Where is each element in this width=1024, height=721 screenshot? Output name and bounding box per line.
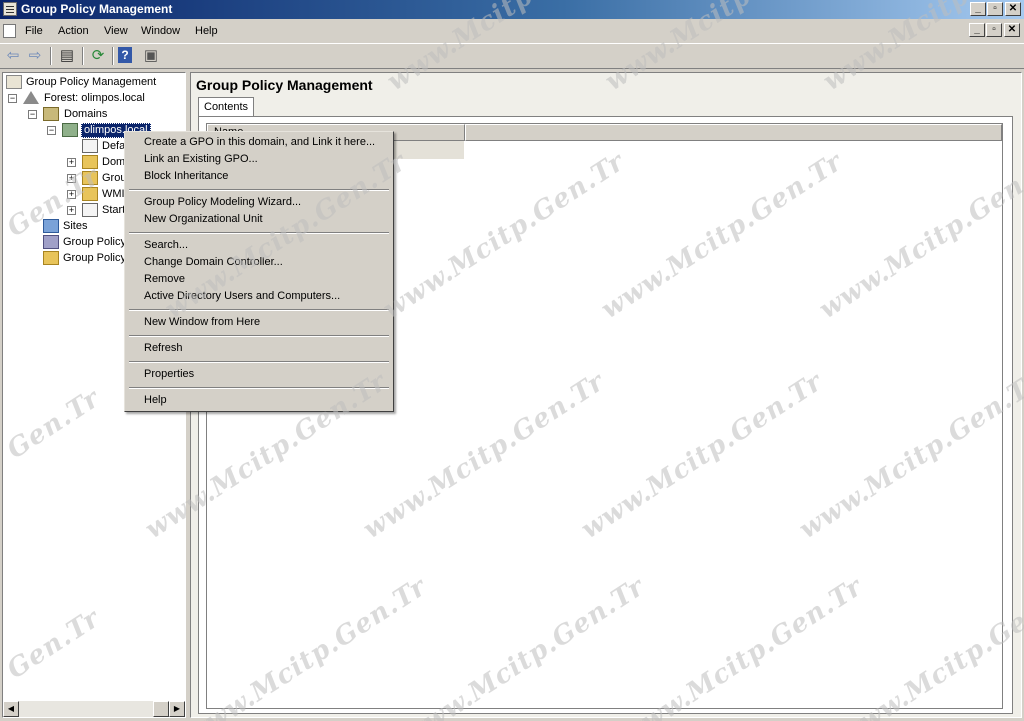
mdi-minimize-button[interactable]: _	[969, 23, 985, 37]
restore-button[interactable]: ▫	[987, 2, 1003, 16]
back-arrow-icon[interactable]: ⇦	[3, 47, 23, 65]
menu-aduc[interactable]: Active Directory Users and Computers...	[127, 288, 391, 305]
wmi-folder-icon	[82, 187, 98, 201]
gpo-link-icon	[82, 139, 98, 153]
tree-item-label: Sites	[63, 220, 88, 232]
expand-toggle-icon[interactable]: +	[67, 174, 76, 183]
modeling-icon	[43, 235, 59, 249]
title-bar: Group Policy Management _ ▫ ✕	[0, 0, 1024, 19]
expand-toggle-icon[interactable]: +	[67, 158, 76, 167]
tree-item-label: WMI	[102, 188, 125, 200]
tree-item-label: Group Policy	[63, 252, 126, 264]
context-menu: Create a GPO in this domain, and Link it…	[124, 131, 394, 412]
menu-gp-modeling-wizard[interactable]: Group Policy Modeling Wizard...	[127, 194, 391, 211]
menu-separator	[129, 361, 389, 363]
content-title: Group Policy Management	[196, 77, 373, 93]
menu-file[interactable]: File	[25, 25, 43, 37]
toolbar-separator	[112, 47, 114, 65]
expand-toggle-icon[interactable]: +	[67, 206, 76, 215]
mdi-restore-button[interactable]: ▫	[986, 23, 1002, 37]
menu-search[interactable]: Search...	[127, 237, 391, 254]
menu-new-ou[interactable]: New Organizational Unit	[127, 211, 391, 228]
window-title: Group Policy Management	[21, 2, 173, 16]
minimize-button[interactable]: _	[970, 2, 986, 16]
tree-item-label: Start	[102, 204, 126, 216]
menu-block-inheritance[interactable]: Block Inheritance	[127, 168, 391, 185]
sites-icon	[43, 219, 59, 233]
column-header-blank[interactable]	[465, 124, 1002, 141]
scroll-thumb[interactable]	[153, 701, 169, 717]
mdi-close-button[interactable]: ✕	[1004, 23, 1020, 37]
menu-help[interactable]: Help	[195, 25, 218, 37]
domain-icon	[62, 123, 78, 137]
properties-pane-icon[interactable]: ▣	[141, 47, 161, 65]
toolbar: ⇦ ⇨ ▤ ⟳ ? ▣	[0, 43, 1024, 69]
menu-action[interactable]: Action	[58, 25, 89, 37]
refresh-icon[interactable]: ⟳	[88, 47, 108, 65]
menu-separator	[129, 335, 389, 337]
tab-contents[interactable]: Contents	[198, 97, 255, 117]
collapse-toggle-icon[interactable]: −	[8, 94, 17, 103]
collapse-toggle-icon[interactable]: −	[47, 126, 56, 135]
tree-horizontal-scrollbar[interactable]: ◀ ▶	[3, 701, 185, 717]
close-button[interactable]: ✕	[1005, 2, 1021, 16]
help-icon[interactable]: ?	[118, 47, 132, 63]
tree-item-label: Forest: olimpos.local	[44, 92, 145, 104]
menu-view[interactable]: View	[104, 25, 128, 37]
toolbar-separator	[50, 47, 52, 65]
forest-icon	[23, 91, 39, 104]
toolbar-separator	[82, 47, 84, 65]
show-hide-tree-icon[interactable]: ▤	[57, 47, 77, 65]
menu-link-existing-gpo[interactable]: Link an Existing GPO...	[127, 151, 391, 168]
menu-new-window[interactable]: New Window from Here	[127, 314, 391, 331]
results-icon	[43, 251, 59, 265]
menu-window[interactable]: Window	[141, 25, 180, 37]
menu-separator	[129, 232, 389, 234]
menu-bar: File Action View Window Help	[0, 20, 1024, 42]
menu-remove[interactable]: Remove	[127, 271, 391, 288]
forward-arrow-icon[interactable]: ⇨	[25, 47, 45, 65]
ou-folder-icon	[82, 155, 98, 169]
menu-change-dc[interactable]: Change Domain Controller...	[127, 254, 391, 271]
tree-item-label: Domains	[64, 108, 108, 120]
menu-separator	[129, 309, 389, 311]
scroll-right-icon[interactable]: ▶	[169, 701, 185, 717]
tree-item-label: Grou	[102, 172, 127, 184]
menu-create-gpo-link[interactable]: Create a GPO in this domain, and Link it…	[127, 134, 391, 151]
domains-icon	[43, 107, 59, 121]
scroll-left-icon[interactable]: ◀	[3, 701, 19, 717]
tree-item-label: Defa	[102, 140, 126, 152]
menu-properties[interactable]: Properties	[127, 366, 391, 383]
document-icon[interactable]	[3, 24, 16, 38]
starter-gpo-icon	[82, 203, 98, 217]
tree-item-label: Group Policy	[63, 236, 126, 248]
menu-separator	[129, 189, 389, 191]
expand-toggle-icon[interactable]: +	[67, 190, 76, 199]
gpm-root-icon	[6, 75, 22, 89]
gpmc-app-icon[interactable]	[3, 2, 17, 16]
menu-separator	[129, 387, 389, 389]
tree-item-label: Group Policy Management	[26, 76, 157, 88]
gpo-folder-icon	[82, 171, 98, 185]
collapse-toggle-icon[interactable]: −	[28, 110, 37, 119]
menu-help-item[interactable]: Help	[127, 392, 391, 409]
menu-refresh[interactable]: Refresh	[127, 340, 391, 357]
